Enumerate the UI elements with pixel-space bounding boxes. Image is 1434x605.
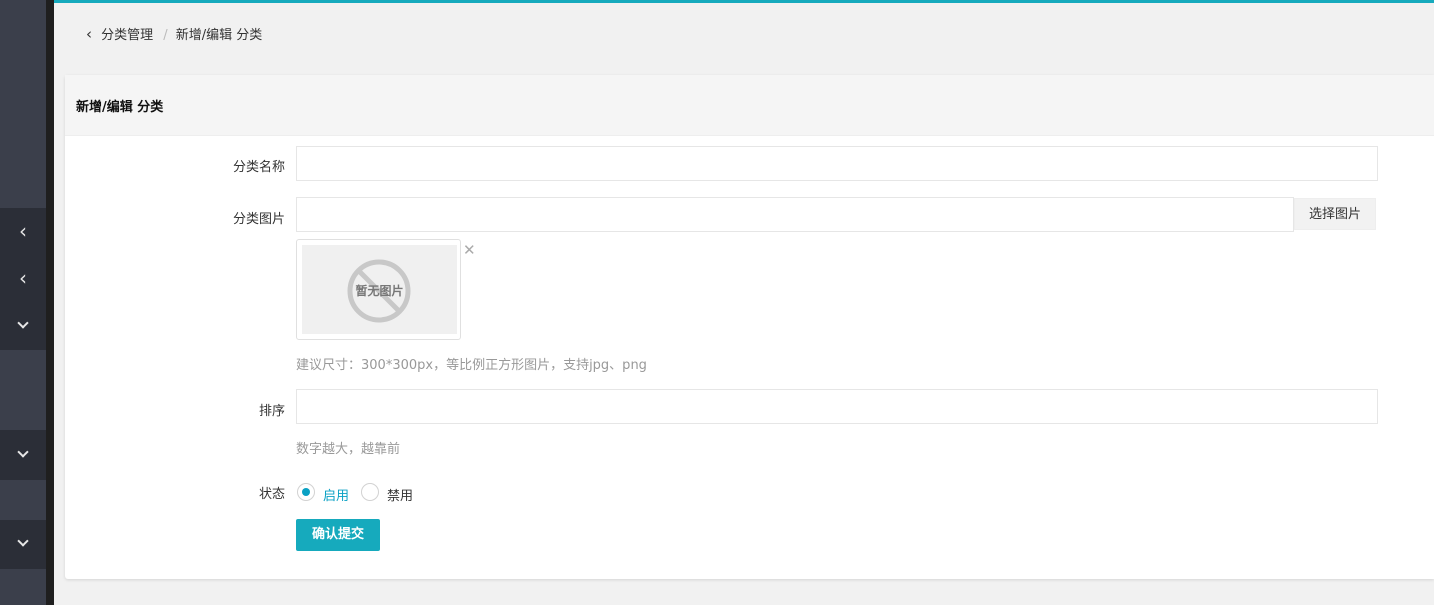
- sidebar-edge: [46, 0, 54, 605]
- sidebar-toggle-5[interactable]: [0, 534, 46, 554]
- breadcrumb: 分类管理 / 新增/编辑 分类: [86, 24, 262, 43]
- category-image-input[interactable]: [296, 197, 1294, 232]
- sidebar-toggle-1[interactable]: [0, 221, 46, 244]
- panel-header: 新增/编辑 分类: [65, 75, 1434, 136]
- sort-input[interactable]: [296, 389, 1378, 424]
- image-hint: 建议尺寸：300*300px，等比例正方形图片，支持jpg、png: [296, 358, 647, 373]
- chevron-down-icon: [17, 446, 29, 458]
- breadcrumb-back-label: 分类管理: [101, 28, 154, 43]
- category-image-label: 分类图片: [232, 212, 285, 227]
- submit-button[interactable]: 确认提交: [296, 519, 380, 551]
- sort-label: 排序: [258, 404, 285, 419]
- top-accent-bar: [0, 0, 1434, 3]
- status-enabled-radio[interactable]: [297, 483, 315, 501]
- remove-image-icon[interactable]: ✕: [463, 241, 476, 259]
- breadcrumb-current: 新增/编辑 分类: [175, 28, 263, 43]
- breadcrumb-back-link[interactable]: 分类管理: [86, 28, 157, 43]
- sidebar-section: [0, 569, 46, 605]
- status-disabled-radio[interactable]: [361, 483, 379, 501]
- image-placeholder: 暂无图片: [302, 245, 457, 334]
- status-label: 状态: [258, 487, 285, 502]
- status-enabled-label[interactable]: 启用: [323, 485, 349, 504]
- panel-title: 新增/编辑 分类: [76, 100, 164, 115]
- chevron-left-icon: [19, 226, 27, 242]
- no-image-text: 暂无图片: [355, 284, 404, 298]
- sidebar-section: [0, 480, 46, 520]
- chevron-left-icon: [19, 273, 27, 289]
- sidebar-toggle-4[interactable]: [0, 445, 46, 465]
- sidebar-section: [0, 350, 46, 430]
- category-name-label: 分类名称: [232, 160, 285, 175]
- category-name-input[interactable]: [296, 146, 1378, 181]
- status-disabled-label[interactable]: 禁用: [387, 485, 413, 504]
- choose-image-button[interactable]: 选择图片: [1294, 198, 1376, 230]
- sidebar-toggle-3[interactable]: [0, 316, 46, 336]
- sidebar-toggle-2[interactable]: [0, 268, 46, 291]
- sort-hint: 数字越大，越靠前: [296, 442, 401, 457]
- image-preview: 暂无图片: [296, 239, 461, 340]
- sidebar: [0, 0, 46, 605]
- sidebar-section: [0, 0, 46, 208]
- breadcrumb-separator: /: [163, 28, 168, 43]
- chevron-down-icon: [17, 535, 29, 547]
- chevron-down-icon: [17, 317, 29, 329]
